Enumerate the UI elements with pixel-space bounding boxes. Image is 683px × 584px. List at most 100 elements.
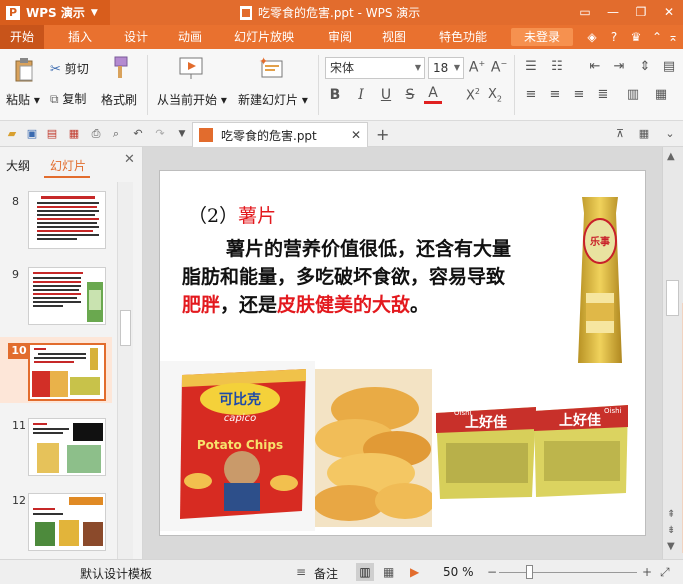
- notes-toggle-icon[interactable]: ≡: [296, 565, 306, 579]
- format-painter-button[interactable]: [100, 55, 140, 84]
- tab-design[interactable]: 设计: [124, 25, 148, 49]
- tab-outline[interactable]: 大纲: [6, 157, 30, 174]
- fit-window-icon[interactable]: ⤢: [660, 565, 670, 580]
- editor-scrollbar[interactable]: ▲ ⇞ ⇟ ▼: [662, 147, 683, 559]
- thumbnail-scrollbar[interactable]: [117, 182, 133, 559]
- align-right-icon[interactable]: ≡: [570, 87, 588, 102]
- expand-icon[interactable]: ⌃: [649, 29, 665, 45]
- slide-canvas[interactable]: （2）薯片 薯片的营养价值很低，还含有大量 脂肪和能量，多吃破坏食欲，容易导致 …: [159, 170, 646, 536]
- new-tab-icon[interactable]: +: [376, 125, 389, 144]
- scrollbar-thumb[interactable]: [120, 310, 131, 346]
- normal-view-icon[interactable]: ▥: [356, 563, 374, 581]
- shirt-icon[interactable]: ♛: [628, 29, 644, 45]
- zoom-level[interactable]: 50 %: [443, 565, 474, 579]
- scrollbar-thumb[interactable]: [666, 280, 679, 316]
- ribbon-collapse-icon[interactable]: ⌅: [665, 29, 681, 45]
- prev-slide-icon[interactable]: ⇞: [667, 509, 675, 520]
- maximize-button[interactable]: ❐: [627, 0, 655, 25]
- slide-thumbnail-11[interactable]: [28, 418, 106, 476]
- shrink-font-icon[interactable]: A−: [490, 59, 508, 76]
- save-icon[interactable]: ▣: [24, 126, 40, 142]
- justify-icon[interactable]: ≣: [594, 87, 612, 102]
- tab-slides[interactable]: 幻灯片: [50, 157, 86, 174]
- text-direction-icon[interactable]: ▤: [660, 59, 678, 74]
- new-slide-button[interactable]: ✦: [256, 55, 286, 84]
- minimize-button[interactable]: —: [599, 0, 627, 25]
- distribute-icon[interactable]: ▥: [624, 87, 642, 102]
- superscript-icon[interactable]: X2: [464, 87, 482, 103]
- zoom-out-icon[interactable]: −: [487, 565, 497, 579]
- capico-chips-bag-image[interactable]: 可比克 capico Potato Chips: [160, 361, 315, 531]
- slide-thumbnail-10[interactable]: [28, 343, 106, 401]
- increase-indent-icon[interactable]: ⇥: [610, 59, 628, 74]
- tab-start[interactable]: 开始: [0, 25, 44, 49]
- font-color-icon[interactable]: A: [424, 85, 442, 104]
- document-tab[interactable]: 吃零食的危害.ppt ✕: [192, 122, 368, 147]
- scroll-down-icon[interactable]: ▼: [667, 541, 675, 552]
- numbered-list-icon[interactable]: ☷: [548, 59, 566, 74]
- italic-icon[interactable]: I: [352, 87, 370, 103]
- font-size-select[interactable]: 18 ▼: [428, 57, 464, 79]
- slide-heading[interactable]: （2）薯片: [188, 201, 276, 228]
- slide-sorter-icon[interactable]: ▦: [383, 565, 394, 579]
- pin-icon[interactable]: ⊼: [612, 126, 628, 142]
- paste-label[interactable]: 粘贴 ▾: [6, 91, 40, 108]
- tab-features[interactable]: 特色功能: [439, 25, 487, 49]
- potato-chips-pile-image[interactable]: [315, 369, 432, 527]
- lays-bag-image[interactable]: 乐事: [572, 193, 628, 371]
- chevron-down-icon[interactable]: ▼: [174, 126, 190, 142]
- bullet-list-icon[interactable]: ☰: [522, 59, 540, 74]
- zoom-in-icon[interactable]: +: [642, 565, 652, 579]
- slide-thumbnail-8[interactable]: [28, 191, 106, 249]
- strikethrough-icon[interactable]: S: [401, 87, 419, 103]
- redo-icon[interactable]: ↷: [152, 126, 168, 142]
- grow-font-icon[interactable]: A+: [468, 59, 486, 76]
- columns-icon[interactable]: ▦: [652, 87, 670, 102]
- new-slide-label[interactable]: 新建幻灯片 ▾: [238, 91, 308, 108]
- scroll-up-icon[interactable]: ▲: [667, 151, 675, 162]
- grid-icon[interactable]: ▦: [636, 126, 652, 142]
- bold-icon[interactable]: B: [326, 87, 344, 103]
- pdf-icon[interactable]: ▦: [66, 126, 82, 142]
- slide-thumbnail-12[interactable]: [28, 493, 106, 551]
- tab-slideshow[interactable]: 幻灯片放映: [234, 25, 294, 49]
- close-button[interactable]: ✕: [655, 0, 683, 25]
- help-icon[interactable]: ?: [606, 29, 622, 45]
- print-icon[interactable]: ⎙: [88, 126, 104, 142]
- login-button[interactable]: 未登录: [511, 28, 573, 46]
- tab-review[interactable]: 审阅: [328, 25, 352, 49]
- open-folder-icon[interactable]: ▰: [4, 126, 20, 142]
- skin-icon[interactable]: ▭: [571, 0, 599, 25]
- navigate-icon[interactable]: ◈: [584, 29, 600, 45]
- zoom-slider[interactable]: [499, 572, 637, 573]
- align-left-icon[interactable]: ≡: [522, 87, 540, 102]
- line-spacing-icon[interactable]: ⇕: [636, 59, 654, 74]
- cut-button[interactable]: ✂ 剪切: [50, 60, 89, 77]
- app-menu-button[interactable]: P WPS 演示 ▼: [0, 0, 110, 25]
- close-icon[interactable]: ✕: [124, 152, 135, 167]
- design-template-label[interactable]: 默认设计模板: [80, 565, 152, 582]
- tab-animation[interactable]: 动画: [178, 25, 202, 49]
- print-preview-icon[interactable]: ⌕: [108, 126, 124, 142]
- subscript-icon[interactable]: X2: [486, 87, 504, 104]
- decrease-indent-icon[interactable]: ⇤: [586, 59, 604, 74]
- font-name-select[interactable]: 宋体 ▼: [325, 57, 425, 79]
- chevron-down-icon[interactable]: ⌄: [662, 126, 678, 142]
- align-center-icon[interactable]: ≡: [546, 87, 564, 102]
- undo-icon[interactable]: ↶: [130, 126, 146, 142]
- notes-button[interactable]: 备注: [314, 565, 338, 582]
- export-pdf-icon[interactable]: ▤: [44, 126, 60, 142]
- next-slide-icon[interactable]: ⇟: [667, 525, 675, 536]
- play-from-current-button[interactable]: [176, 55, 206, 84]
- close-tab-icon[interactable]: ✕: [351, 128, 361, 142]
- tab-view[interactable]: 视图: [382, 25, 406, 49]
- slide-body-text[interactable]: 薯片的营养价值很低，还含有大量 脂肪和能量，多吃破坏食欲，容易导致 肥胖，还是皮…: [182, 235, 562, 319]
- slide-thumbnail-9[interactable]: [28, 267, 106, 325]
- zoom-slider-handle[interactable]: [526, 565, 533, 579]
- copy-button[interactable]: ⧉ 复制: [50, 90, 86, 107]
- paste-button[interactable]: [6, 57, 42, 86]
- slideshow-play-icon[interactable]: ▶: [410, 565, 419, 579]
- play-from-current-label[interactable]: 从当前开始 ▾: [157, 91, 227, 108]
- underline-icon[interactable]: U: [377, 87, 395, 103]
- oishi-chips-bags-image[interactable]: 上好佳 Oishi 上好佳 Oishi: [432, 403, 632, 501]
